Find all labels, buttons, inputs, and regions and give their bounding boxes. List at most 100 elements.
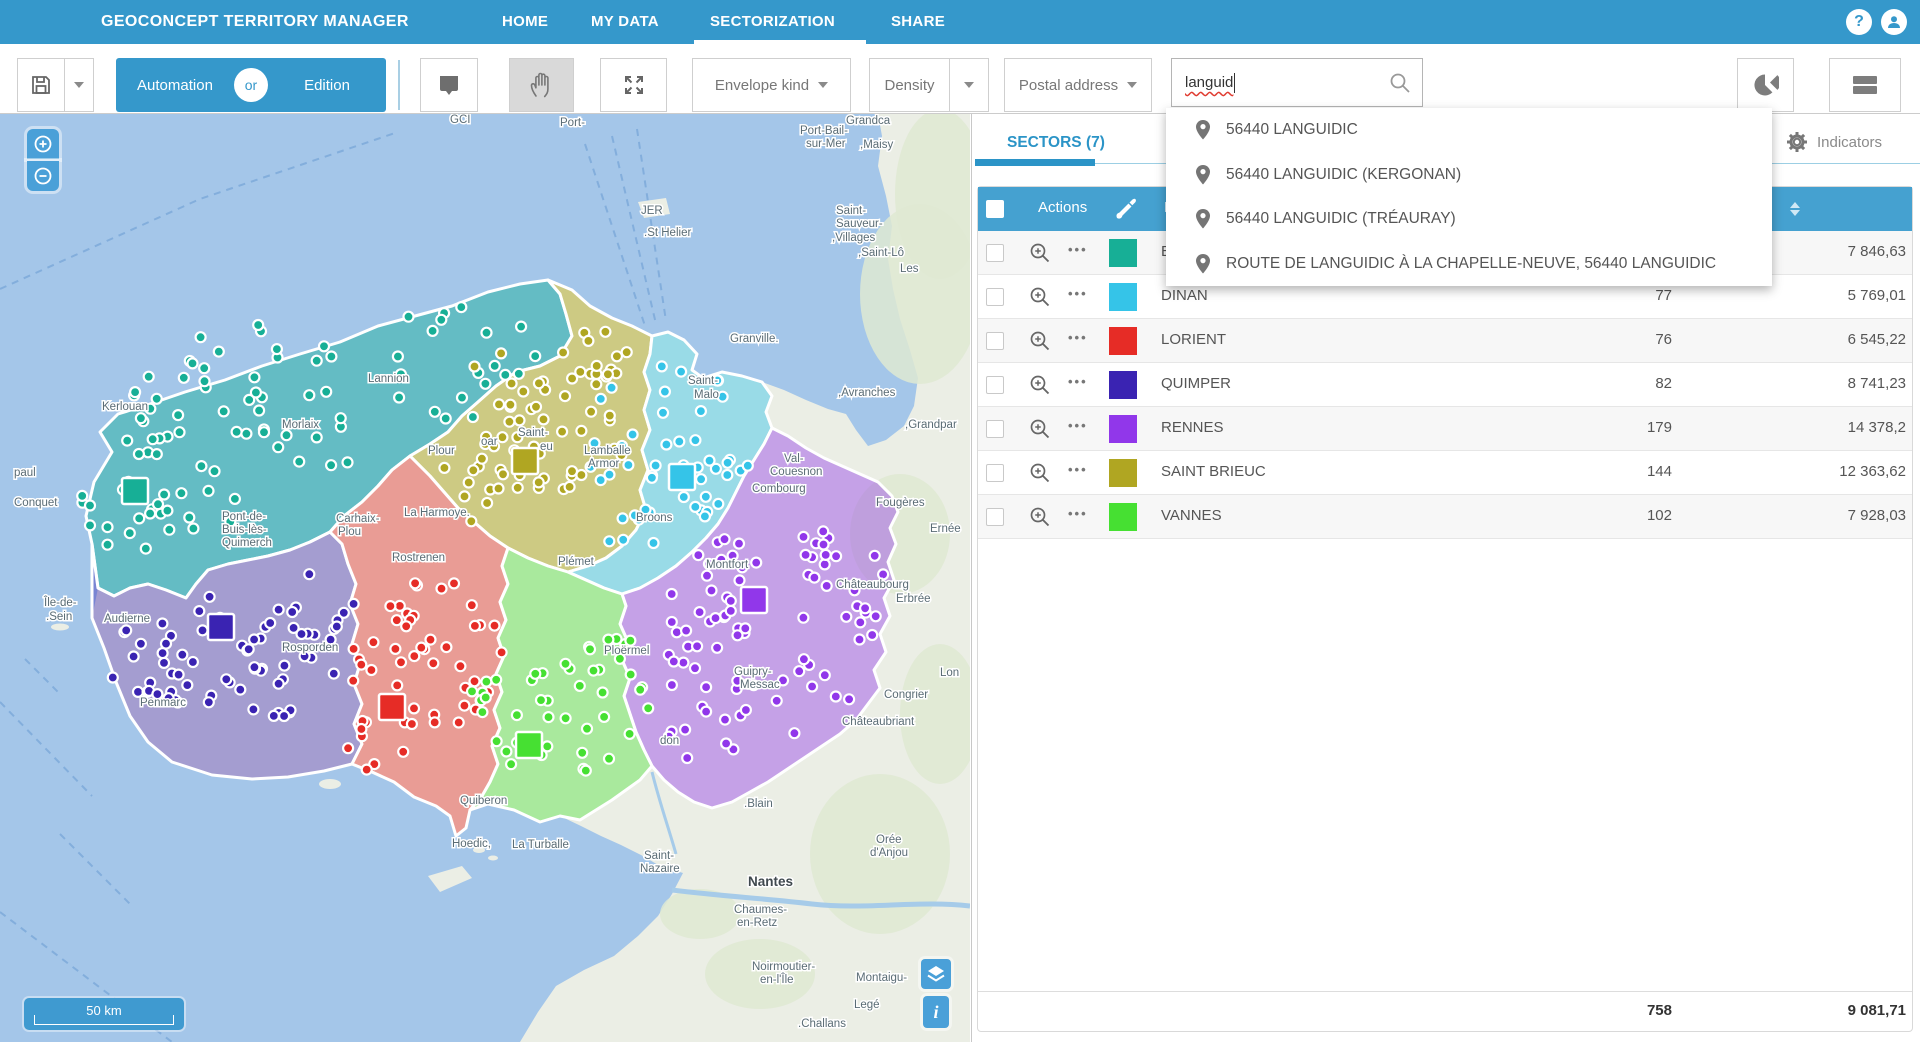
- svg-text:Malo: Malo: [694, 389, 719, 401]
- sector-color-swatch[interactable]: [1109, 371, 1137, 399]
- envelope-kind-dropdown[interactable]: Envelope kind: [692, 58, 851, 112]
- actions-header: Actions: [1038, 199, 1087, 216]
- sector-count: 76: [1655, 331, 1672, 348]
- svg-text:Quiberon: Quiberon: [460, 795, 507, 807]
- postal-address-dropdown[interactable]: Postal address: [1004, 58, 1152, 112]
- fullscreen-button[interactable]: [600, 58, 667, 112]
- sector-marker-dinan[interactable]: [669, 464, 695, 490]
- sector-color-swatch[interactable]: [1109, 327, 1137, 355]
- svg-text:,Grandpar: ,Grandpar: [905, 419, 957, 431]
- sector-area: 5 769,01: [1848, 287, 1906, 304]
- row-menu-button[interactable]: •••: [1068, 374, 1088, 389]
- paintbrush-icon[interactable]: [1112, 196, 1138, 222]
- row-zoom-button[interactable]: [1028, 285, 1052, 313]
- suggestion-item[interactable]: ROUTE DE LANGUIDIC À LA CHAPELLE-NEUVE, …: [1166, 242, 1772, 287]
- row-zoom-button[interactable]: [1028, 329, 1052, 357]
- sector-marker-lorient[interactable]: [379, 694, 405, 720]
- tab-sectors[interactable]: SECTORS (7): [1007, 134, 1105, 152]
- row-menu-button[interactable]: •••: [1068, 242, 1088, 257]
- svg-text:Couesnon: Couesnon: [770, 466, 822, 478]
- sector-marker-saint-brieuc[interactable]: [512, 448, 538, 474]
- mode-edition[interactable]: Edition: [268, 77, 386, 94]
- svg-text:eu: eu: [540, 441, 553, 453]
- row-menu-button[interactable]: •••: [1068, 330, 1088, 345]
- sector-marker-brest[interactable]: [122, 478, 148, 504]
- mode-toggle[interactable]: Automation or Edition: [116, 58, 386, 112]
- svg-text:Lamballe: Lamballe: [584, 445, 631, 457]
- table-row-saint-brieuc: •••SAINT BRIEUC14412 363,62: [978, 451, 1912, 495]
- row-checkbox[interactable]: [986, 376, 1004, 394]
- row-zoom-button[interactable]: [1028, 417, 1052, 445]
- svg-text:,Avranches: ,Avranches: [838, 387, 896, 399]
- row-menu-button[interactable]: •••: [1068, 506, 1088, 521]
- text-cursor: [1234, 73, 1235, 93]
- row-checkbox[interactable]: [986, 508, 1004, 526]
- svg-text:Granville.: Granville.: [730, 333, 779, 345]
- sector-color-swatch[interactable]: [1109, 459, 1137, 487]
- sort-icon[interactable]: [1788, 196, 1802, 222]
- nav-item-share[interactable]: SHARE: [891, 13, 945, 30]
- info-button[interactable]: i: [923, 996, 949, 1028]
- density-dropdown[interactable]: Density: [869, 58, 950, 112]
- user-account-icon[interactable]: [1881, 9, 1907, 35]
- row-zoom-button[interactable]: [1028, 373, 1052, 401]
- svg-text:Ernée: Ernée: [930, 523, 961, 535]
- row-checkbox[interactable]: [986, 244, 1004, 262]
- search-value: languid: [1185, 74, 1233, 91]
- indicators-button[interactable]: Indicators: [1785, 130, 1882, 154]
- map-canvas[interactable]: GCIPort-JER.St HelierPort-Bail-sur-MerGr…: [0, 114, 970, 1042]
- chart-view-button[interactable]: [1737, 58, 1794, 112]
- comment-button[interactable]: [420, 58, 478, 112]
- svg-text:.Sein: .Sein: [46, 611, 72, 623]
- layers-button[interactable]: [921, 959, 951, 989]
- row-zoom-button[interactable]: [1028, 461, 1052, 489]
- sector-color-swatch[interactable]: [1109, 283, 1137, 311]
- sector-area: 8 741,23: [1848, 375, 1906, 392]
- nav-item-sectorization[interactable]: SECTORIZATION: [710, 13, 835, 30]
- nav-item-my-data[interactable]: MY DATA: [591, 13, 659, 30]
- row-zoom-button[interactable]: [1028, 241, 1052, 269]
- row-menu-button[interactable]: •••: [1068, 418, 1088, 433]
- row-checkbox[interactable]: [986, 288, 1004, 306]
- zoom-out-button[interactable]: [27, 161, 59, 191]
- search-input[interactable]: languid: [1171, 58, 1423, 107]
- sector-name: VANNES: [1161, 507, 1222, 524]
- app-title: GEOCONCEPT TERRITORY MANAGER: [101, 13, 409, 31]
- list-view-button[interactable]: [1829, 58, 1901, 112]
- save-button[interactable]: [17, 58, 65, 112]
- svg-text:Nazaire: Nazaire: [640, 863, 680, 875]
- suggestion-item[interactable]: 56440 LANGUIDIC (TRÉAURAY): [1166, 197, 1772, 242]
- pan-hand-button[interactable]: [509, 58, 574, 112]
- density-options-button[interactable]: [949, 58, 989, 112]
- sector-count: 144: [1647, 463, 1672, 480]
- row-menu-button[interactable]: •••: [1068, 286, 1088, 301]
- svg-text:Guipry-: Guipry-: [734, 666, 772, 678]
- suggestion-item[interactable]: 56440 LANGUIDIC (KERGONAN): [1166, 153, 1772, 198]
- svg-text:Grandca: Grandca: [846, 115, 891, 127]
- search-icon[interactable]: [1388, 71, 1412, 95]
- select-all-checkbox[interactable]: [986, 200, 1004, 218]
- sector-marker-quimper[interactable]: [208, 614, 234, 640]
- zoom-in-button[interactable]: [27, 129, 59, 159]
- density-label: Density: [884, 77, 934, 94]
- sector-marker-vannes[interactable]: [516, 732, 542, 758]
- nav-item-home[interactable]: HOME: [502, 13, 548, 30]
- svg-text:,Villages: ,Villages: [832, 232, 876, 244]
- help-icon[interactable]: ?: [1846, 9, 1872, 35]
- sector-name: SAINT BRIEUC: [1161, 463, 1266, 480]
- sector-color-swatch[interactable]: [1109, 239, 1137, 267]
- svg-text:Montaigu-: Montaigu-: [856, 972, 907, 984]
- sector-marker-rennes[interactable]: [741, 587, 767, 613]
- suggestion-item[interactable]: 56440 LANGUIDIC: [1166, 108, 1772, 153]
- row-checkbox[interactable]: [986, 464, 1004, 482]
- row-checkbox[interactable]: [986, 420, 1004, 438]
- sector-color-swatch[interactable]: [1109, 415, 1137, 443]
- sector-color-swatch[interactable]: [1109, 503, 1137, 531]
- save-options-button[interactable]: [64, 58, 94, 112]
- mode-automation[interactable]: Automation: [116, 77, 234, 94]
- hand-icon: [528, 70, 556, 100]
- row-menu-button[interactable]: •••: [1068, 462, 1088, 477]
- row-checkbox[interactable]: [986, 332, 1004, 350]
- row-zoom-button[interactable]: [1028, 505, 1052, 533]
- envelope-kind-label: Envelope kind: [715, 77, 809, 94]
